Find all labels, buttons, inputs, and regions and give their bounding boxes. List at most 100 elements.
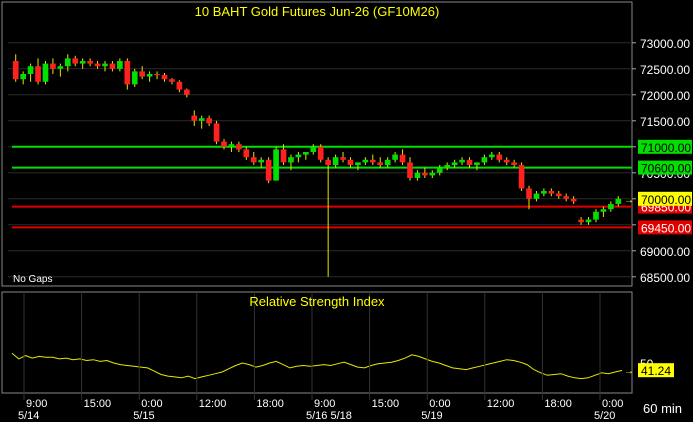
candle-body bbox=[288, 157, 294, 163]
candle-body bbox=[94, 63, 101, 67]
candle-body bbox=[384, 159, 391, 165]
candle-body bbox=[198, 118, 205, 121]
time-tick-label: 0:00 bbox=[602, 398, 623, 410]
time-tick-label: 15:00 bbox=[372, 398, 400, 410]
candle-body bbox=[146, 74, 153, 77]
rsi-title: Relative Strength Index bbox=[249, 294, 385, 309]
candle-body bbox=[12, 61, 19, 80]
candle-body bbox=[444, 165, 451, 168]
candle-body bbox=[570, 198, 577, 202]
candle-body bbox=[317, 146, 324, 160]
candle-body bbox=[27, 66, 34, 74]
candle-body bbox=[250, 157, 257, 163]
candle-body bbox=[280, 149, 287, 163]
candle-body bbox=[310, 146, 317, 152]
candle-body bbox=[273, 149, 279, 181]
candle-body bbox=[35, 66, 41, 82]
last-price-arrow: → bbox=[624, 195, 634, 206]
candle-body bbox=[131, 71, 138, 85]
price-tick-label: 72500.00 bbox=[640, 63, 690, 77]
price-axis: 73000.00 72500.00 72000.00 71500.00 71000.00… bbox=[624, 37, 692, 285]
price-tick-label: 72000.00 bbox=[640, 89, 690, 103]
candle-body bbox=[377, 162, 384, 165]
candle-body bbox=[429, 172, 436, 176]
candle-body bbox=[451, 162, 458, 165]
time-tick-label: 18:00 bbox=[256, 398, 284, 410]
candle-body bbox=[221, 141, 227, 147]
price-chart[interactable]: 73000.00 72500.00 72000.00 71500.00 71000.00… bbox=[0, 0, 693, 422]
candle-body bbox=[541, 191, 547, 194]
candle-body bbox=[503, 159, 510, 163]
candle-body bbox=[407, 162, 413, 178]
candle-body bbox=[466, 159, 473, 165]
time-tick-label: 0:00 bbox=[141, 398, 162, 410]
candle-body bbox=[265, 159, 272, 181]
candle-body bbox=[436, 167, 443, 173]
candle-body bbox=[79, 61, 86, 64]
candle-body bbox=[369, 159, 376, 163]
candle-body bbox=[102, 63, 108, 67]
candle-body bbox=[176, 81, 183, 90]
candle-body bbox=[139, 71, 146, 77]
time-tick-label: 9:00 bbox=[26, 398, 47, 410]
timeframe-label: 60 min bbox=[643, 401, 682, 416]
candle-body bbox=[50, 63, 56, 69]
candle-body bbox=[206, 118, 212, 124]
last-price-label: 70000.00 bbox=[641, 193, 691, 207]
date-label: 5/19 bbox=[421, 410, 442, 422]
candle-body bbox=[555, 193, 562, 197]
candle-body bbox=[228, 144, 235, 147]
no-gaps-label: No Gaps bbox=[13, 274, 52, 285]
candle-body bbox=[392, 154, 398, 160]
candle-body bbox=[355, 162, 361, 165]
candle-body bbox=[109, 63, 116, 69]
level-label: 70600.00 bbox=[641, 162, 691, 176]
candle-body bbox=[481, 157, 488, 163]
candle-body bbox=[325, 159, 331, 165]
candle-body bbox=[87, 61, 93, 64]
candle-body bbox=[183, 89, 190, 95]
candle-body bbox=[526, 188, 532, 199]
candle-body bbox=[459, 159, 465, 163]
candle-body bbox=[563, 196, 570, 199]
candle-body bbox=[161, 75, 168, 80]
candle-body bbox=[615, 198, 622, 204]
candle-body bbox=[422, 172, 428, 176]
rsi-line bbox=[11, 352, 623, 380]
candle-body bbox=[474, 162, 480, 165]
level-label: 71000.00 bbox=[641, 141, 691, 155]
candle-body bbox=[511, 162, 517, 165]
time-tick-label: 15:00 bbox=[84, 398, 112, 410]
time-tick-label: 0:00 bbox=[429, 398, 450, 410]
price-tick-label: 69000.00 bbox=[640, 245, 690, 259]
candle-body bbox=[154, 74, 160, 76]
candle-body bbox=[295, 154, 302, 158]
candles bbox=[12, 54, 622, 277]
candle-body bbox=[258, 159, 265, 163]
candle-body bbox=[347, 159, 354, 165]
time-axis: 9:005/1415:00 0:005/1512:00 18:00 9:005/16 … bbox=[18, 292, 623, 422]
candle-body bbox=[243, 149, 250, 158]
candle-body bbox=[488, 154, 495, 158]
date-label: 5/20 bbox=[594, 410, 615, 422]
candle-body bbox=[117, 61, 123, 69]
time-tick-label: 9:00 bbox=[314, 398, 335, 410]
main-panel-frame bbox=[1, 1, 633, 287]
candle-body bbox=[600, 209, 607, 212]
candle-body bbox=[124, 61, 131, 85]
candle-body bbox=[191, 115, 198, 121]
time-tick-label: 18:00 bbox=[544, 398, 572, 410]
candle-body bbox=[593, 211, 599, 220]
candle-body bbox=[608, 204, 614, 210]
price-tick-label: 73000.00 bbox=[640, 37, 690, 51]
candle-body bbox=[518, 165, 525, 189]
candle-body bbox=[496, 154, 503, 160]
candle-body bbox=[585, 219, 592, 223]
candle-body bbox=[332, 157, 339, 165]
candle-body bbox=[64, 58, 71, 67]
time-tick-label: 12:00 bbox=[487, 398, 515, 410]
candle-body bbox=[169, 79, 175, 82]
date-label: 5/16 5/18 bbox=[306, 410, 352, 422]
candle-body bbox=[213, 123, 220, 142]
candle-body bbox=[57, 66, 64, 69]
